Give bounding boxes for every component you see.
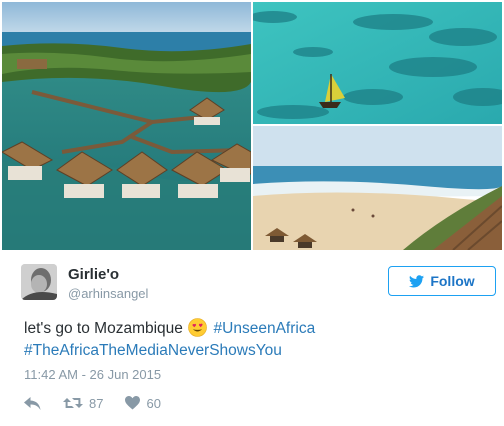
retweet-button[interactable]: 87 xyxy=(63,396,103,411)
like-button[interactable]: 60 xyxy=(125,395,161,411)
photo-beach-boardwalk[interactable] xyxy=(253,126,502,250)
follow-label: Follow xyxy=(430,273,475,289)
photo-overwater-bungalows[interactable] xyxy=(2,2,251,250)
reply-button[interactable] xyxy=(24,396,41,410)
tweet-text-plain: let's go to Mozambique xyxy=(24,320,183,337)
tweet-card: Girlie'o @arhinsangel Follow let's go to… xyxy=(0,0,504,426)
reply-icon xyxy=(24,396,41,410)
retweet-count: 87 xyxy=(89,395,104,411)
avatar[interactable] xyxy=(21,264,57,300)
photo-grid xyxy=(0,0,504,252)
twitter-bird-icon xyxy=(409,274,425,287)
user-handle[interactable]: @arhinsangel xyxy=(68,286,148,301)
timestamp[interactable]: 11:42 AM - 26 Jun 2015 xyxy=(24,367,161,382)
tweet-text: let's go to Mozambique #UnseenAfrica #Th… xyxy=(24,318,494,362)
retweet-icon xyxy=(63,398,83,408)
photo-dhow-on-turquoise-sea[interactable] xyxy=(253,2,502,124)
display-name[interactable]: Girlie'o xyxy=(68,266,119,283)
hashtag-the-africa-the-media-never-shows-you[interactable]: #TheAfricaTheMediaNeverShowsYou xyxy=(24,342,282,359)
tweet-actions: 87 60 xyxy=(24,394,161,412)
heart-eyes-emoji xyxy=(188,318,208,337)
like-count: 60 xyxy=(146,395,161,411)
follow-button[interactable]: Follow xyxy=(388,266,496,296)
hashtag-unseen-africa[interactable]: #UnseenAfrica xyxy=(214,320,316,337)
heart-icon xyxy=(125,396,141,410)
